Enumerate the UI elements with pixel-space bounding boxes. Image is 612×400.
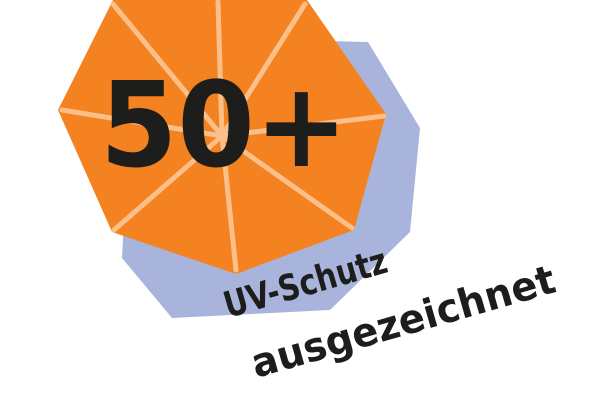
badge-graphic: 50+ UV-Schutz ausgezeichnet bbox=[58, 0, 561, 388]
uv-protection-badge: 50+ UV-Schutz ausgezeichnet bbox=[0, 0, 612, 400]
headline-text: 50+ bbox=[100, 56, 348, 194]
